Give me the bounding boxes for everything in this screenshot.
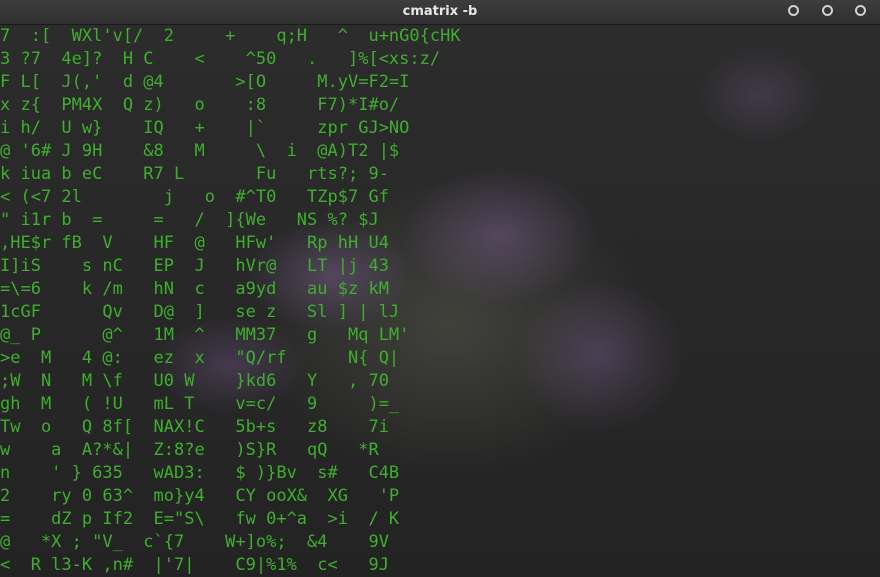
minimize-button[interactable]: [788, 5, 799, 16]
matrix-line: w a A?*&| Z:8?e )S}R qQ *R: [0, 440, 379, 460]
maximize-button[interactable]: [822, 5, 833, 16]
matrix-line: F L[ J(,' d @4 >[O M.yV=F2=I: [0, 72, 410, 92]
matrix-line: k iua b eC R7 L Fu rts?; 9-: [0, 164, 389, 184]
terminal-area[interactable]: 7 :[ WXl'v[/ 2 + q;H ^ u+nG0{cHK 3 ?7 4e…: [0, 25, 880, 577]
matrix-line: Tw o Q 8f[ NAX!C 5b+s z8 7i: [0, 417, 389, 437]
matrix-line: @ *X ; "V_ c`{7 W+]o%; &4 9V: [0, 532, 389, 552]
matrix-line: 7 :[ WXl'v[/ 2 + q;H ^ u+nG0{cHK: [0, 26, 461, 46]
matrix-line: x z{ PM4X Q z) o :8 F7)*I#o/: [0, 95, 400, 115]
matrix-line: 3 ?7 4e]? H C < ^50 . ]%[<xs:z/: [0, 49, 441, 69]
matrix-line: < (<7 2l j o #^T0 TZp$7 Gf: [0, 187, 389, 207]
matrix-line: 2 ry 0 63^ mo}y4 CY ooX& XG 'P: [0, 486, 400, 506]
matrix-line: = dZ p If2 E="S\ fw 0+^a >i / K: [0, 509, 400, 529]
matrix-line: i h/ U w} IQ + |` zpr GJ>NO: [0, 118, 410, 138]
matrix-line: I]iS s nC EP J hVr@ LT |j 43: [0, 256, 389, 276]
matrix-line: ;W N M \f U0 W }kd6 Y , 70: [0, 371, 389, 391]
matrix-line: ,HE$r fB V HF @ HFw' Rp hH U4: [0, 233, 389, 253]
matrix-line: " i1r b = = / ]{We NS %? $J: [0, 210, 379, 230]
matrix-line: gh M ( !U mL T v=c/ 9 )=_: [0, 394, 400, 414]
matrix-line: =\=6 k /m hN c a9yd au $z kM: [0, 279, 389, 299]
window-title: cmatrix -b: [402, 4, 478, 19]
close-button[interactable]: [855, 5, 866, 16]
matrix-line: n ' } 635 wAD3: $ )}Bv s# C4B: [0, 463, 400, 483]
matrix-line: @ '6# J 9H &8 M \ i @A)T2 |$: [0, 141, 400, 161]
matrix-line: >e M 4 @: ez x "Q/rf N{ Q|: [0, 348, 400, 368]
matrix-line: @_ P @^ 1M ^ MM37 g Mq LM': [0, 325, 410, 345]
matrix-line: 1cGF Qv D@ ] se z Sl ] | lJ: [0, 302, 400, 322]
matrix-line: < R l3-K ,n# |'7| C9|%1% c< 9J: [0, 555, 389, 575]
title-bar: cmatrix -b: [0, 0, 880, 25]
